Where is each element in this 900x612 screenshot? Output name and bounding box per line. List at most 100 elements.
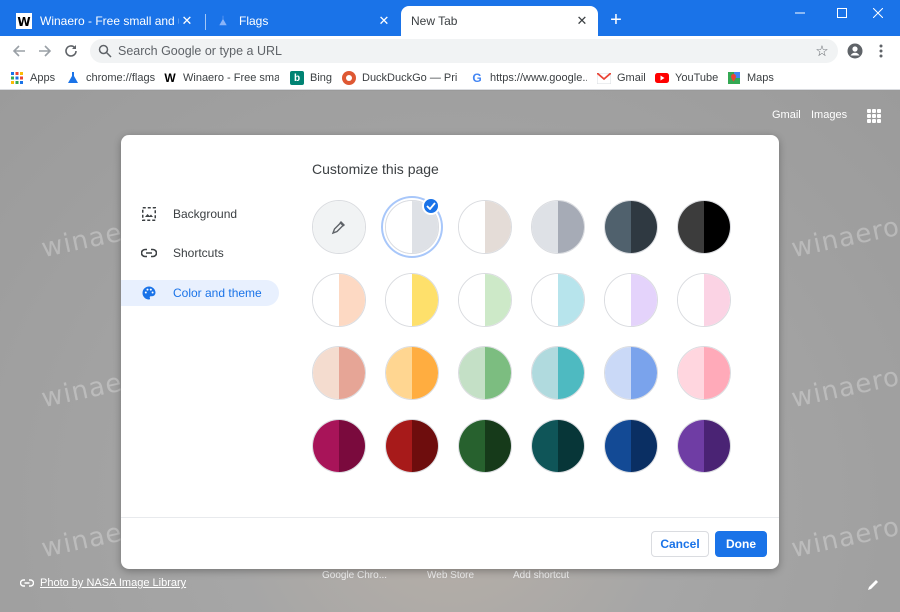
link-icon xyxy=(20,579,34,587)
tab-label: Winaero - Free small and useful software xyxy=(40,14,179,28)
dialog-divider xyxy=(121,517,779,518)
checkmark-icon xyxy=(422,197,440,215)
bookmark-label: Gmail xyxy=(617,72,646,84)
cancel-button[interactable]: Cancel xyxy=(651,531,709,557)
close-icon[interactable]: ✕ xyxy=(179,13,195,29)
watermark: winaero.com xyxy=(788,347,900,415)
palette-icon xyxy=(141,285,157,301)
swatch-light-teal-white[interactable] xyxy=(531,273,585,327)
winaero-icon: W xyxy=(164,71,176,85)
bookmark-label: chrome://flags xyxy=(86,72,156,84)
swatch-green-white[interactable] xyxy=(458,273,512,327)
menu-item-color-and-theme[interactable]: Color and theme xyxy=(121,280,279,306)
bookmark-star-icon[interactable]: ☆ xyxy=(814,43,830,60)
bookmark-label: Winaero - Free sma... xyxy=(183,72,279,84)
gmail-link[interactable]: Gmail xyxy=(772,109,801,121)
youtube-icon xyxy=(655,71,669,85)
tab-winaero[interactable]: W Winaero - Free small and useful softwa… xyxy=(8,6,203,36)
menu-item-label: Background xyxy=(173,207,238,221)
flask-icon xyxy=(66,71,80,85)
maps-icon xyxy=(727,71,741,85)
pencil-icon[interactable] xyxy=(866,578,880,592)
bookmark-gmail[interactable]: Gmail xyxy=(597,69,646,87)
swatch-light-teal[interactable] xyxy=(531,346,585,400)
close-icon[interactable]: ✕ xyxy=(574,13,590,29)
swatch-dark-purple[interactable] xyxy=(677,419,731,473)
swatch-beige-white[interactable] xyxy=(312,273,366,327)
forward-arrow-icon[interactable] xyxy=(34,40,56,62)
back-arrow-icon[interactable] xyxy=(8,40,30,62)
google-icon: G xyxy=(472,71,482,85)
close-icon[interactable]: ✕ xyxy=(376,13,392,29)
swatch-light-purple-white[interactable] xyxy=(604,273,658,327)
apps-grid-icon xyxy=(10,71,24,85)
swatch-yellow-white[interactable] xyxy=(385,273,439,327)
swatch-beige[interactable] xyxy=(312,346,366,400)
more-menu-icon[interactable] xyxy=(870,40,892,62)
photo-credit-label: Photo by NASA Image Library xyxy=(40,577,187,589)
menu-item-label: Color and theme xyxy=(173,286,262,300)
bookmark-maps[interactable]: Maps xyxy=(727,69,774,87)
profile-avatar-icon[interactable] xyxy=(844,40,866,62)
menu-item-background[interactable]: Background xyxy=(121,201,279,227)
flags-icon xyxy=(215,13,231,29)
swatch-light-blue[interactable] xyxy=(604,346,658,400)
swatch-dark-red-orange[interactable] xyxy=(385,419,439,473)
menu-item-shortcuts[interactable]: Shortcuts xyxy=(121,240,279,266)
bookmark-label: DuckDuckGo — Pri... xyxy=(362,72,458,84)
bookmark-google-url[interactable]: G https://www.google.... xyxy=(470,69,587,87)
bookmarks-bar: Apps chrome://flags W Winaero - Free sma… xyxy=(0,66,900,90)
swatch-dark-blue[interactable] xyxy=(604,419,658,473)
bookmark-label: Maps xyxy=(747,72,774,84)
tab-label: New Tab xyxy=(411,14,458,28)
reload-icon[interactable] xyxy=(60,40,82,62)
svg-text:W: W xyxy=(17,15,30,29)
bing-icon: b xyxy=(290,71,304,85)
bookmark-label: YouTube xyxy=(675,72,719,84)
tab-flags[interactable]: Flags ✕ xyxy=(207,6,400,36)
omnibox[interactable]: ☆ xyxy=(90,39,838,63)
shortcut-title[interactable]: Add shortcut xyxy=(513,570,569,581)
swatch-pink[interactable] xyxy=(677,346,731,400)
address-input[interactable] xyxy=(118,44,838,58)
bookmark-apps[interactable]: Apps xyxy=(10,69,55,87)
dialog-title: Customize this page xyxy=(312,161,439,177)
swatch-pink-white[interactable] xyxy=(677,273,731,327)
swatch-dark-teal[interactable] xyxy=(531,419,585,473)
tab-new-tab[interactable]: New Tab ✕ xyxy=(401,6,598,36)
swatch-orange[interactable] xyxy=(385,346,439,400)
bookmark-youtube[interactable]: YouTube xyxy=(655,69,718,87)
bookmark-chrome-flags[interactable]: chrome://flags xyxy=(66,69,155,87)
done-button[interactable]: Done xyxy=(715,531,767,557)
watermark: winaero.com xyxy=(788,497,900,565)
swatch-midnight-blue[interactable] xyxy=(604,200,658,254)
swatch-dark-green[interactable] xyxy=(458,419,512,473)
bookmark-winaero[interactable]: W Winaero - Free sma... xyxy=(163,69,279,87)
swatch-light-green[interactable] xyxy=(458,346,512,400)
swatch-warm-grey[interactable] xyxy=(458,200,512,254)
duckduckgo-icon xyxy=(342,71,356,85)
bookmark-label: https://www.google.... xyxy=(490,72,587,84)
new-tab-plus-icon[interactable]: + xyxy=(605,9,627,31)
shortcut-title[interactable]: Web Store xyxy=(427,570,474,581)
title-bar: W Winaero - Free small and useful softwa… xyxy=(0,0,900,36)
bookmark-duckduckgo[interactable]: DuckDuckGo — Pri... xyxy=(342,69,458,87)
images-link[interactable]: Images xyxy=(811,109,847,121)
link-icon xyxy=(141,245,157,261)
swatch-dark-pink-red[interactable] xyxy=(312,419,366,473)
eyedropper-icon xyxy=(331,221,345,235)
bookmark-bing[interactable]: b Bing xyxy=(290,69,332,87)
bookmark-label: Apps xyxy=(30,72,56,84)
winaero-logo-icon: W xyxy=(16,13,32,29)
swatch-cool-grey[interactable] xyxy=(531,200,585,254)
swatch-black[interactable] xyxy=(677,200,731,254)
google-apps-icon[interactable] xyxy=(867,109,881,123)
search-icon xyxy=(98,44,112,58)
shortcut-title[interactable]: Google Chro... xyxy=(322,570,387,581)
minimize-icon[interactable] xyxy=(778,0,822,26)
close-window-icon[interactable] xyxy=(856,0,900,26)
customize-dialog: Customize this page Background Shortcuts… xyxy=(121,135,779,569)
bookmark-label: Bing xyxy=(310,72,333,84)
photo-credit-link[interactable]: Photo by NASA Image Library xyxy=(20,577,186,589)
swatch-custom-color-picker[interactable] xyxy=(312,200,366,254)
